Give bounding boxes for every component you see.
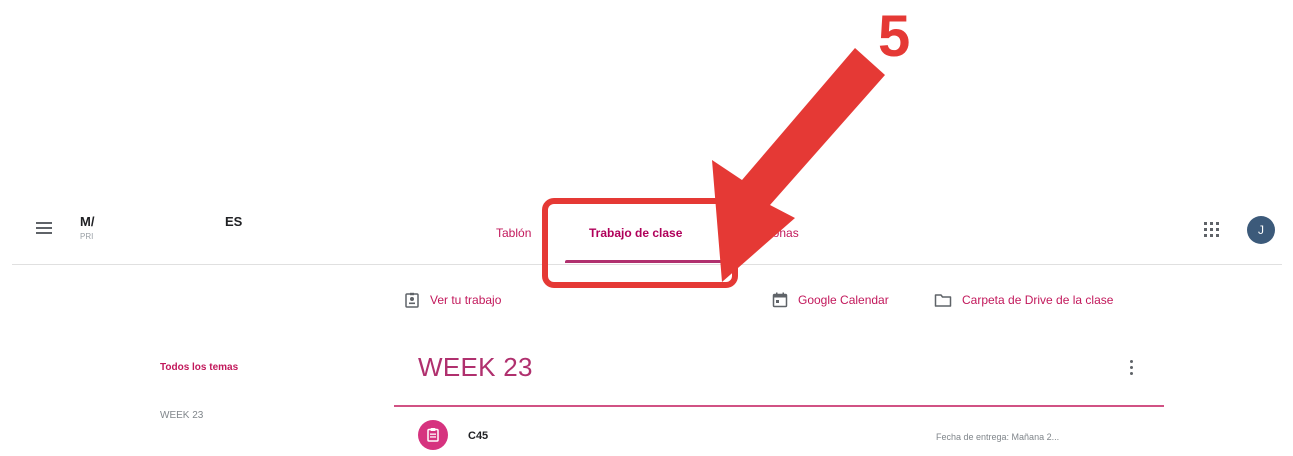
assignment-row[interactable]: C45 Fecha de entrega: Mañana 2...	[394, 416, 1164, 456]
folder-icon	[934, 294, 952, 307]
assignment-title: C45	[468, 430, 489, 442]
tab-stream[interactable]: Tablón	[496, 226, 531, 240]
google-calendar-link[interactable]: Google Calendar	[772, 290, 889, 310]
calendar-icon	[772, 292, 788, 308]
highlight-box	[542, 198, 738, 288]
assignment-ind-icon	[405, 292, 419, 308]
class-name[interactable]: M/	[80, 214, 94, 229]
topic-title: WEEK 23	[418, 352, 533, 382]
assignment-due-date: Fecha de entrega: Mañana 2...	[936, 432, 1060, 442]
assignment-icon	[418, 420, 448, 450]
view-your-work-link[interactable]: Ver tu trabajo	[404, 290, 501, 310]
google-calendar-label: Google Calendar	[798, 293, 889, 307]
tab-people[interactable]: Personas	[748, 226, 799, 240]
step-number: 5	[878, 4, 911, 69]
nav-topic-item[interactable]: WEEK 23	[160, 410, 203, 421]
class-drive-folder-link[interactable]: Carpeta de Drive de la clase	[934, 290, 1113, 310]
nav-all-topics[interactable]: Todos los temas	[160, 362, 238, 373]
apps-grid-icon[interactable]	[1204, 222, 1220, 238]
class-section: PRI	[80, 232, 94, 241]
avatar[interactable]: J	[1247, 216, 1275, 244]
topic-divider	[394, 405, 1164, 407]
view-your-work-label: Ver tu trabajo	[430, 293, 502, 307]
hamburger-icon[interactable]	[36, 222, 52, 236]
more-vert-icon[interactable]	[1130, 360, 1136, 378]
class-drive-folder-label: Carpeta de Drive de la clase	[962, 293, 1114, 307]
class-name-extra[interactable]: ES	[225, 214, 242, 229]
